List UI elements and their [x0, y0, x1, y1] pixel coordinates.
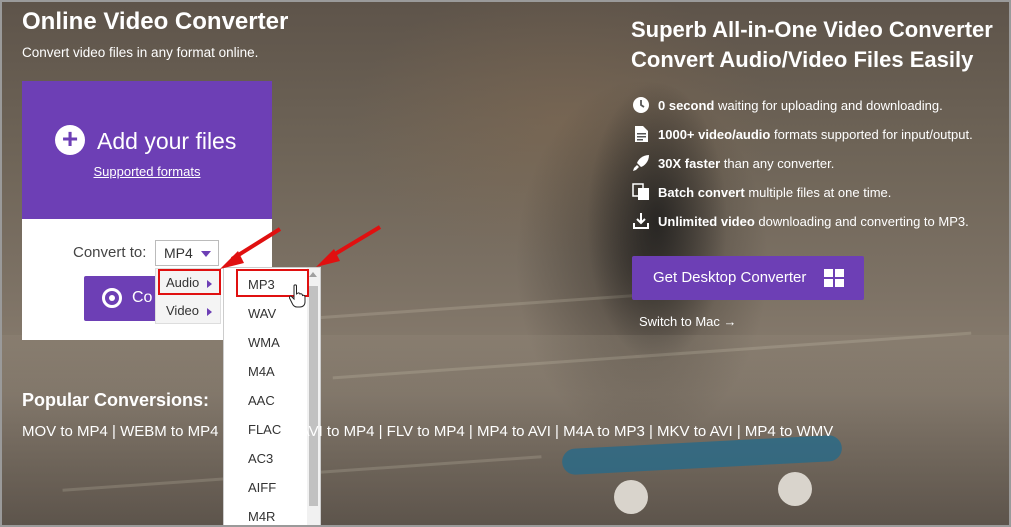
- format-option-aiff[interactable]: AIFF: [248, 480, 276, 495]
- windows-icon: [824, 269, 844, 287]
- feature-text: than any converter.: [720, 156, 835, 171]
- feature-item: 30X faster than any converter.: [632, 154, 834, 172]
- feature-bold: Unlimited video: [658, 214, 755, 229]
- clock-icon: [632, 96, 650, 114]
- switch-to-mac-link[interactable]: Switch to Mac →: [639, 314, 737, 329]
- promo-headline-line-1: Superb All-in-One Video Converter: [631, 17, 993, 42]
- convert-button-label: Co: [132, 289, 153, 306]
- feature-bold: 30X faster: [658, 156, 721, 171]
- scrollbar-thumb[interactable]: [309, 286, 318, 506]
- menu-item-video-label: Video: [166, 303, 200, 318]
- feature-item: Batch convert multiple files at one time…: [632, 183, 891, 201]
- menu-item-video[interactable]: Video: [156, 299, 222, 325]
- feature-item: Unlimited video downloading and converti…: [632, 212, 969, 230]
- batch-icon: [632, 183, 650, 201]
- convert-to-label: Convert to:: [73, 244, 147, 261]
- popular-conversions-links: MOV to MP4 | WEBM to MP4 | AVI to MP4 | F…: [22, 423, 833, 440]
- feature-item: 1000+ video/audio formats supported for …: [632, 125, 973, 143]
- format-option-wma[interactable]: WMA: [248, 335, 280, 350]
- feature-text: downloading and converting to MP3.: [754, 214, 969, 229]
- supported-formats-link[interactable]: Supported formats: [22, 164, 272, 179]
- audio-format-list: MP3 WAV WMA M4A AAC FLAC AC3 AIFF M4R: [223, 267, 321, 525]
- page-title: Online Video Converter: [22, 8, 289, 35]
- feature-bold: 1000+ video/audio: [658, 127, 771, 142]
- format-option-m4a[interactable]: M4A: [248, 364, 275, 379]
- format-option-ac3[interactable]: AC3: [248, 451, 273, 466]
- background-wheel: [614, 480, 648, 514]
- convert-icon: [102, 288, 122, 308]
- page-subtitle: Convert video files in any format online…: [22, 45, 259, 60]
- popular-links-right[interactable]: | AVI to MP4 | FLV to MP4 | MP4 to AVI |…: [292, 423, 833, 440]
- download-icon: [632, 212, 650, 230]
- feature-text: waiting for uploading and downloading.: [714, 98, 943, 113]
- plus-icon: +: [55, 125, 85, 155]
- annotation-arrows: [220, 225, 382, 269]
- feature-text: multiple files at one time.: [744, 185, 892, 200]
- background-skater: [547, 22, 787, 452]
- add-files-label: Add your files: [97, 128, 237, 154]
- popular-links-left[interactable]: MOV to MP4 | WEBM to MP4: [22, 423, 218, 440]
- feature-bold: 0 second: [658, 98, 715, 113]
- format-option-m4r[interactable]: M4R: [248, 509, 275, 524]
- popular-conversions-title: Popular Conversions:: [22, 390, 210, 410]
- page-frame: Online Video Converter Convert video fil…: [0, 0, 1011, 527]
- format-list-scrollbar[interactable]: [307, 268, 320, 525]
- background-wheel: [778, 472, 812, 506]
- chevron-right-icon: [207, 308, 212, 316]
- promo-headline: Superb All-in-One Video Converter Conver…: [631, 15, 993, 75]
- promo-headline-line-2: Convert Audio/Video Files Easily: [631, 47, 974, 72]
- format-select-value: MP4: [164, 245, 193, 261]
- rocket-icon: [632, 154, 650, 172]
- feature-bold: Batch convert: [658, 185, 745, 200]
- add-files-dropzone[interactable]: + Add your files Supported formats: [22, 81, 272, 219]
- feature-text: formats supported for input/output.: [770, 127, 973, 142]
- desktop-button-label: Get Desktop Converter: [653, 269, 807, 286]
- format-option-aac[interactable]: AAC: [248, 393, 275, 408]
- feature-item: 0 second waiting for uploading and downl…: [632, 96, 943, 114]
- arrow-to-mp3: [328, 225, 382, 259]
- hand-cursor-icon: [288, 284, 306, 308]
- format-option-wav[interactable]: WAV: [248, 306, 276, 321]
- file-icon: [632, 125, 650, 143]
- get-desktop-converter-button[interactable]: Get Desktop Converter: [632, 256, 864, 300]
